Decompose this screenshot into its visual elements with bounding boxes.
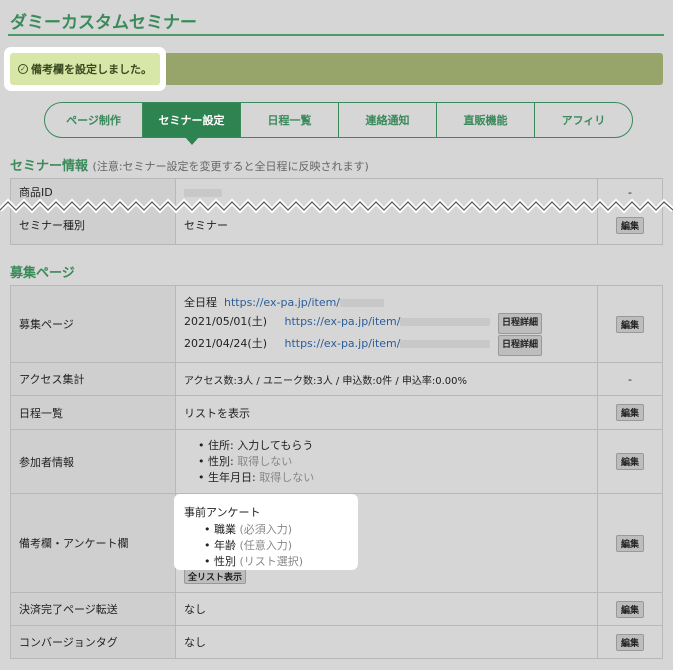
recruit-url-link[interactable]: https://ex-pa.jp/item/ (284, 315, 400, 328)
participant-action: 編集 (597, 429, 663, 494)
recruit-page-value: 全日程 https://ex-pa.jp/item/ 2021/05/01(土)… (175, 285, 598, 363)
alert-message-box: ✓ 備考欄を設定しました。 (10, 53, 160, 85)
participant-label: 参加者情報 (10, 429, 176, 494)
edit-button[interactable]: 編集 (615, 534, 644, 552)
recruit-line: 2021/04/24(土) https://ex-pa.jp/item/ 日程詳… (184, 334, 589, 356)
table-row: 参加者情報 住所: 入力してもらう 性別: 取得しない 生年月日: 取得しない … (10, 429, 663, 494)
conversion-tag-value: なし (175, 625, 598, 659)
tab-bar: ページ制作 セミナー設定 日程一覧 連絡通知 直販機能 アフィリ (44, 102, 633, 145)
list-item: 性別: 取得しない (198, 454, 589, 470)
survey-highlight: 事前アンケート 職業 (必須入力) 年齢 (任意入力) 性別 (リスト選択) (174, 494, 358, 570)
schedule-detail-button[interactable]: 日程詳細 (497, 334, 542, 356)
payment-redirect-label: 決済完了ページ転送 (10, 592, 176, 626)
recruit-line: 2021/05/01(土) https://ex-pa.jp/item/ 日程詳… (184, 312, 589, 334)
recruit-line: 全日程 https://ex-pa.jp/item/ (184, 293, 589, 312)
recruit-page-label: 募集ページ (10, 285, 176, 363)
participant-value: 住所: 入力してもらう 性別: 取得しない 生年月日: 取得しない (175, 429, 598, 494)
access-action: - (597, 362, 663, 396)
alert-highlight: ✓ 備考欄を設定しました。 (4, 47, 166, 91)
table-row: アクセス集計 アクセス数:3人 / ユニーク数:3人 / 申込数:0件 / 申込… (10, 362, 663, 396)
page-title: ダミーカスタムセミナー (10, 13, 197, 33)
list-item: 職業 (必須入力) (204, 522, 358, 538)
title-divider (8, 34, 664, 36)
schedule-detail-button[interactable]: 日程詳細 (497, 312, 542, 334)
tab-schedule-list[interactable]: 日程一覧 (240, 103, 338, 137)
edit-button[interactable]: 編集 (615, 453, 644, 470)
edit-button[interactable]: 編集 (615, 633, 644, 651)
survey-list: 職業 (必須入力) 年齢 (任意入力) 性別 (リスト選択) (184, 522, 358, 570)
blurred-value (400, 317, 491, 326)
alert-message: 備考欄を設定しました。 (31, 63, 152, 76)
schedule-list-label: 日程一覧 (10, 395, 176, 430)
recruit-line-date: 2021/04/24(土) (184, 336, 267, 350)
edit-button[interactable]: 編集 (615, 600, 644, 618)
zigzag-cut-icon (0, 198, 673, 214)
tab-notifications[interactable]: 連絡通知 (338, 103, 436, 137)
blurred-value (400, 339, 491, 348)
table-row: 決済完了ページ転送 なし 編集 (10, 592, 663, 626)
remarks-label: 備考欄・アンケート欄 (10, 493, 176, 593)
recruit-line-date: 2021/05/01(土) (184, 314, 267, 328)
participant-list: 住所: 入力してもらう 性別: 取得しない 生年月日: 取得しない (184, 438, 589, 486)
payment-redirect-action: 編集 (597, 592, 663, 626)
table-row: 日程一覧 リストを表示 編集 (10, 395, 663, 430)
list-item: 生年月日: 取得しない (198, 470, 589, 486)
access-label: アクセス集計 (10, 362, 176, 396)
edit-button[interactable]: 編集 (615, 315, 644, 333)
section-seminar-info: セミナー情報 (注意:セミナー設定を変更すると全日程に反映されます) (10, 155, 369, 174)
survey-heading: 事前アンケート (184, 506, 261, 519)
tab-seminar-settings[interactable]: セミナー設定 (142, 103, 240, 145)
recruit-url-link[interactable]: https://ex-pa.jp/item/ (224, 296, 340, 309)
section-seminar-info-title: セミナー情報 (10, 159, 89, 174)
check-circle-icon: ✓ (18, 64, 28, 74)
schedule-list-value: リストを表示 (175, 395, 598, 430)
show-all-list-button[interactable]: 全リスト表示 (184, 569, 247, 584)
recruit-table: 募集ページ 全日程 https://ex-pa.jp/item/ 2021/05… (10, 285, 663, 659)
conversion-tag-action: 編集 (597, 625, 663, 659)
recruit-page-action: 編集 (597, 285, 663, 363)
section-recruit-title: 募集ページ (10, 266, 75, 281)
section-seminar-info-note: (注意:セミナー設定を変更すると全日程に反映されます) (92, 160, 369, 173)
blurred-value (340, 298, 385, 307)
tab-affiliate[interactable]: アフィリ (534, 103, 632, 137)
table-row: 募集ページ 全日程 https://ex-pa.jp/item/ 2021/05… (10, 285, 663, 363)
blurred-value (184, 188, 222, 197)
edit-button[interactable]: 編集 (615, 404, 644, 421)
access-value: アクセス数:3人 / ユニーク数:3人 / 申込数:0件 / 申込率:0.00% (175, 362, 598, 396)
remarks-action: 編集 (597, 493, 663, 593)
schedule-list-action: 編集 (597, 395, 663, 430)
tab-direct-sales[interactable]: 直販機能 (436, 103, 534, 137)
list-item: 住所: 入力してもらう (198, 438, 589, 454)
conversion-tag-label: コンバージョンタグ (10, 625, 176, 659)
payment-redirect-value: なし (175, 592, 598, 626)
table-row: コンバージョンタグ なし 編集 (10, 625, 663, 659)
recruit-url-link[interactable]: https://ex-pa.jp/item/ (284, 337, 400, 350)
list-item: 性別 (リスト選択) (204, 554, 358, 570)
list-item: 年齢 (任意入力) (204, 538, 358, 554)
recruit-line-date: 全日程 (184, 295, 217, 309)
tab-page-creation[interactable]: ページ制作 (45, 103, 142, 137)
